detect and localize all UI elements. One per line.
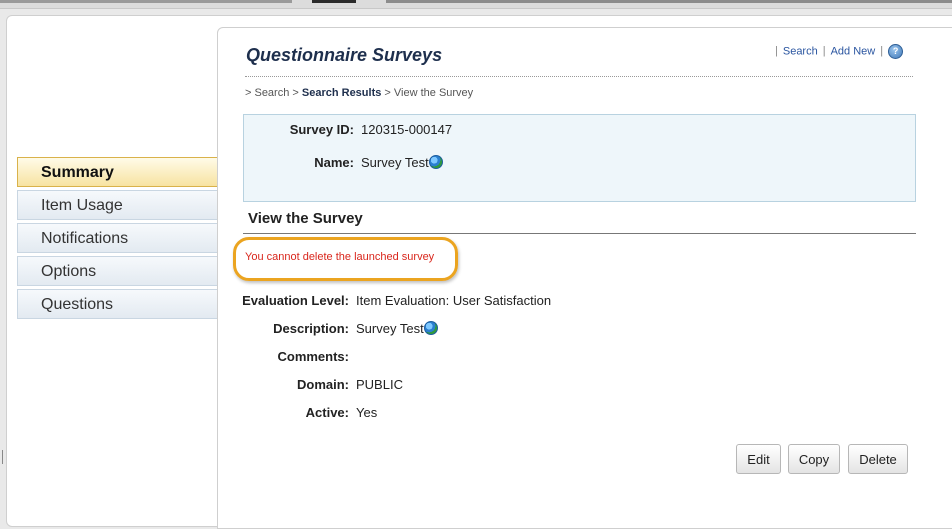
warning-message: You cannot delete the launched survey [245, 251, 435, 263]
sidebar-nav: Summary Item Usage Notifications Options… [17, 157, 231, 322]
breadcrumb-search-results[interactable]: Search Results [302, 87, 381, 99]
globe-icon [423, 321, 438, 335]
sidebar-item-label: Notifications [41, 230, 129, 247]
survey-name-field: Survey Test [361, 155, 443, 170]
add-new-link[interactable]: Add New [831, 45, 876, 57]
active-label: Active: [305, 405, 349, 420]
description-field: Survey Test [356, 321, 438, 336]
link-separator: | [822, 45, 826, 58]
description-value: Survey Test [356, 321, 424, 336]
sidebar-item-label: Options [41, 263, 97, 280]
header-links: | Search | Add New |? [770, 44, 904, 59]
sidebar-item-item-usage[interactable]: Item Usage [17, 190, 217, 220]
breadcrumb-search[interactable]: > Search > [245, 87, 302, 99]
link-separator: | [775, 45, 778, 58]
sidebar-item-options[interactable]: Options [17, 256, 217, 286]
breadcrumb-current: > View the Survey [381, 87, 474, 99]
sidebar-item-label: Summary [41, 164, 114, 181]
top-strip-segment [312, 0, 356, 3]
sidebar-item-label: Questions [41, 296, 114, 313]
sidebar-item-summary[interactable]: Summary [17, 157, 231, 187]
help-icon[interactable]: ? [888, 44, 904, 59]
active-value: Yes [356, 405, 378, 420]
survey-name-label: Name: [314, 155, 354, 170]
survey-id-label: Survey ID: [289, 122, 354, 137]
section-title: View the Survey [248, 210, 363, 227]
copy-button[interactable]: Copy [788, 444, 840, 474]
domain-value: PUBLIC [356, 377, 403, 392]
edit-button[interactable]: Edit [736, 444, 781, 474]
top-strip-segment [386, 0, 952, 3]
page-title: Questionnaire Surveys [246, 45, 443, 65]
header-divider [245, 76, 913, 77]
sidebar-item-label: Item Usage [41, 197, 123, 214]
search-link[interactable]: Search [783, 45, 818, 57]
domain-label: Domain: [297, 377, 349, 392]
browser-top-strip [0, 0, 952, 9]
window-edge-marker [2, 450, 3, 464]
top-strip-segment [0, 0, 292, 3]
sidebar-item-notifications[interactable]: Notifications [17, 223, 217, 253]
description-label: Description: [273, 321, 349, 336]
globe-icon [428, 155, 443, 169]
survey-id-value: 120315-000147 [361, 122, 453, 137]
delete-button[interactable]: Delete [848, 444, 908, 474]
breadcrumb: > Search > Search Results > View the Sur… [245, 87, 473, 99]
comments-label: Comments: [277, 349, 349, 364]
section-divider [243, 233, 916, 234]
survey-name-value: Survey Test [361, 155, 429, 170]
evaluation-level-value: Item Evaluation: User Satisfaction [356, 293, 552, 308]
sidebar-item-questions[interactable]: Questions [17, 289, 217, 319]
evaluation-level-label: Evaluation Level: [242, 293, 349, 308]
link-separator: | [880, 45, 884, 58]
